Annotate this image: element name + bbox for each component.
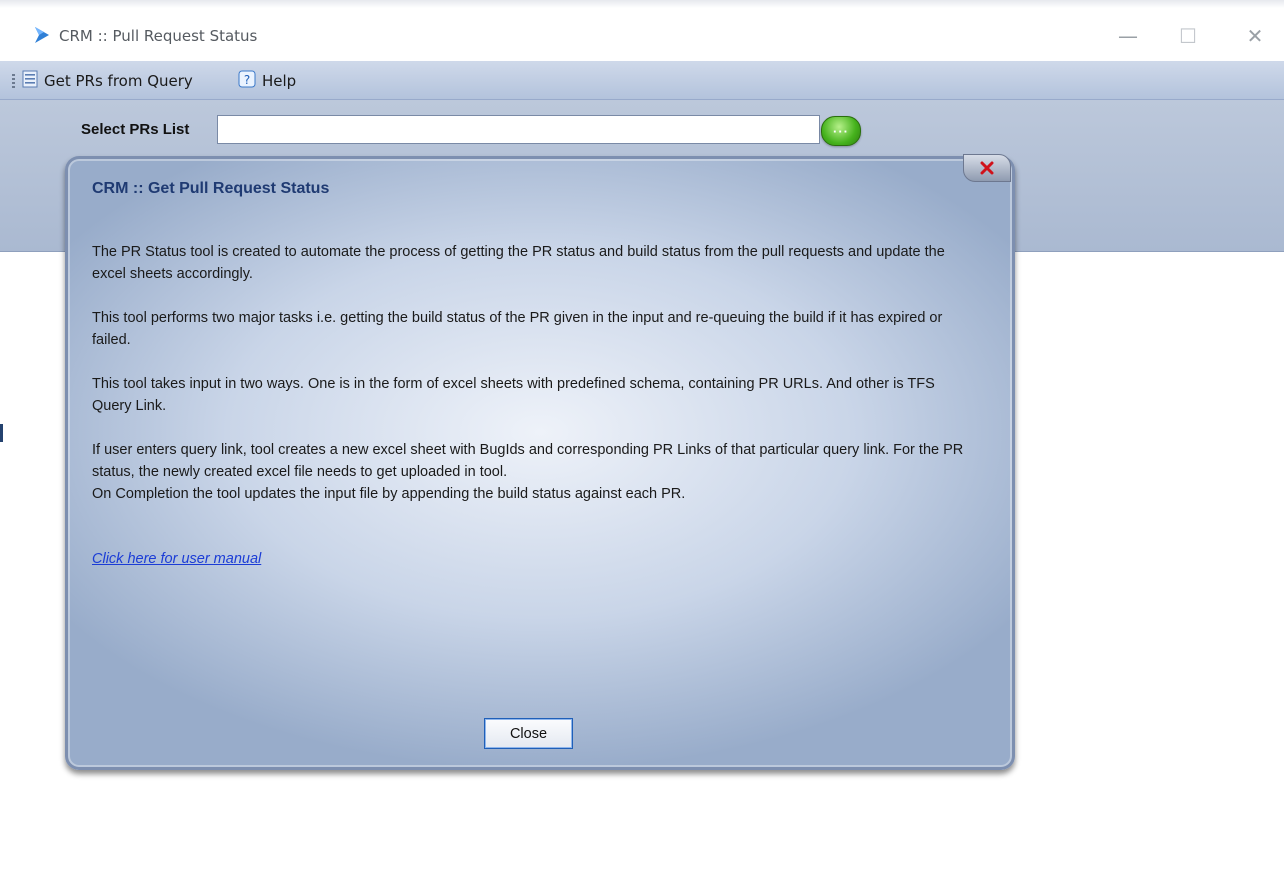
description-paragraph: This tool performs two major tasks i.e. … [92, 310, 943, 348]
toolbar-grip[interactable] [12, 74, 15, 88]
help-button[interactable]: ? Help [238, 70, 296, 92]
app-logo-icon [35, 27, 49, 43]
get-prs-from-query-label: Get PRs from Query [44, 72, 193, 90]
description-paragraph: If user enters query link, tool creates … [92, 442, 964, 502]
about-dialog: CRM :: Get Pull Request Status The PR St… [65, 154, 1015, 770]
app-window: CRM :: Pull Request Status — ☐ ✕ Get PRs… [0, 0, 1284, 881]
minimize-button[interactable]: — [1105, 18, 1151, 54]
help-icon: ? [238, 70, 256, 92]
dialog-body: The PR Status tool is created to automat… [92, 241, 972, 527]
minimize-icon: — [1118, 24, 1138, 48]
window-title: CRM :: Pull Request Status [59, 27, 258, 45]
top-strip [0, 0, 1284, 8]
user-manual-link[interactable]: Click here for user manual [92, 551, 261, 567]
dialog-close-x-button[interactable] [963, 154, 1011, 182]
svg-text:?: ? [244, 73, 250, 87]
select-prs-list-label: Select PRs List [81, 121, 190, 138]
title-bar: CRM :: Pull Request Status — ☐ ✕ [0, 8, 1284, 60]
prs-list-input[interactable] [217, 115, 820, 144]
help-label: Help [262, 72, 297, 90]
dialog-title: CRM :: Get Pull Request Status [92, 180, 330, 197]
close-window-button[interactable]: ✕ [1232, 18, 1278, 54]
dialog-close-button[interactable]: Close [484, 718, 573, 749]
menu-toolbar: Get PRs from Query ? Help [0, 61, 1284, 100]
browse-button[interactable]: ··· [821, 116, 861, 146]
ellipsis-icon: ··· [833, 123, 849, 139]
description-paragraph: The PR Status tool is created to automat… [92, 244, 945, 282]
maximize-button[interactable]: ☐ [1165, 18, 1211, 54]
description-paragraph: This tool takes input in two ways. One i… [92, 376, 935, 414]
maximize-icon: ☐ [1179, 24, 1197, 48]
close-x-icon [980, 161, 994, 175]
document-list-icon [22, 70, 38, 92]
close-icon: ✕ [1246, 24, 1264, 48]
left-edge-marker [0, 424, 3, 442]
get-prs-from-query-button[interactable]: Get PRs from Query [22, 70, 193, 92]
